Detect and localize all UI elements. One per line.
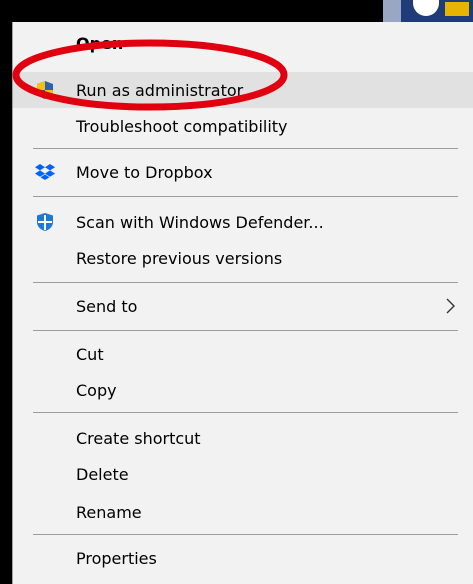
menu-item-move-to-dropbox[interactable]: Move to Dropbox bbox=[13, 154, 473, 190]
menu-item-delete[interactable]: Delete bbox=[13, 456, 473, 492]
desktop-icon-partial bbox=[383, 0, 473, 22]
menu-item-label: Send to bbox=[76, 296, 138, 316]
menu-separator bbox=[33, 148, 458, 149]
menu-separator bbox=[33, 282, 458, 283]
menu-item-send-to[interactable]: Send to bbox=[13, 288, 473, 324]
menu-item-label: Troubleshoot compatibility bbox=[76, 116, 288, 136]
windows-defender-icon bbox=[35, 212, 55, 232]
menu-item-label: Run as administrator bbox=[76, 80, 244, 100]
uac-shield-icon bbox=[35, 80, 55, 100]
menu-item-open[interactable]: Open bbox=[13, 30, 473, 58]
menu-item-properties[interactable]: Properties bbox=[13, 540, 473, 576]
menu-separator bbox=[33, 330, 458, 331]
menu-item-label: Cut bbox=[76, 344, 104, 364]
menu-separator bbox=[33, 534, 458, 535]
menu-item-rename[interactable]: Rename bbox=[13, 494, 473, 530]
menu-item-label: Restore previous versions bbox=[76, 248, 283, 268]
desktop-icon-part bbox=[383, 0, 401, 22]
menu-item-restore-previous-versions[interactable]: Restore previous versions bbox=[13, 240, 473, 276]
menu-item-troubleshoot-compatibility[interactable]: Troubleshoot compatibility bbox=[13, 108, 473, 144]
chevron-right-icon bbox=[443, 296, 457, 316]
menu-separator bbox=[33, 412, 458, 413]
menu-item-label: Open bbox=[76, 34, 124, 53]
menu-item-cut[interactable]: Cut bbox=[13, 336, 473, 372]
menu-item-label: Move to Dropbox bbox=[76, 162, 213, 182]
menu-item-label: Delete bbox=[76, 464, 129, 484]
menu-item-label: Rename bbox=[76, 502, 142, 522]
menu-item-label: Create shortcut bbox=[76, 428, 201, 448]
menu-item-label: Properties bbox=[76, 548, 157, 568]
desktop-icon-part bbox=[413, 0, 439, 16]
menu-item-create-shortcut[interactable]: Create shortcut bbox=[13, 420, 473, 456]
menu-item-run-as-administrator[interactable]: Run as administrator bbox=[13, 72, 473, 108]
menu-item-scan-with-windows-defender[interactable]: Scan with Windows Defender... bbox=[13, 204, 473, 240]
desktop-icon-part bbox=[445, 2, 469, 16]
menu-separator bbox=[33, 196, 458, 197]
menu-item-copy[interactable]: Copy bbox=[13, 372, 473, 408]
context-menu: Open Run as administrator Troubleshoot c… bbox=[12, 22, 473, 584]
dropbox-icon bbox=[35, 162, 55, 182]
menu-item-label: Copy bbox=[76, 380, 117, 400]
menu-item-label: Scan with Windows Defender... bbox=[76, 212, 324, 232]
